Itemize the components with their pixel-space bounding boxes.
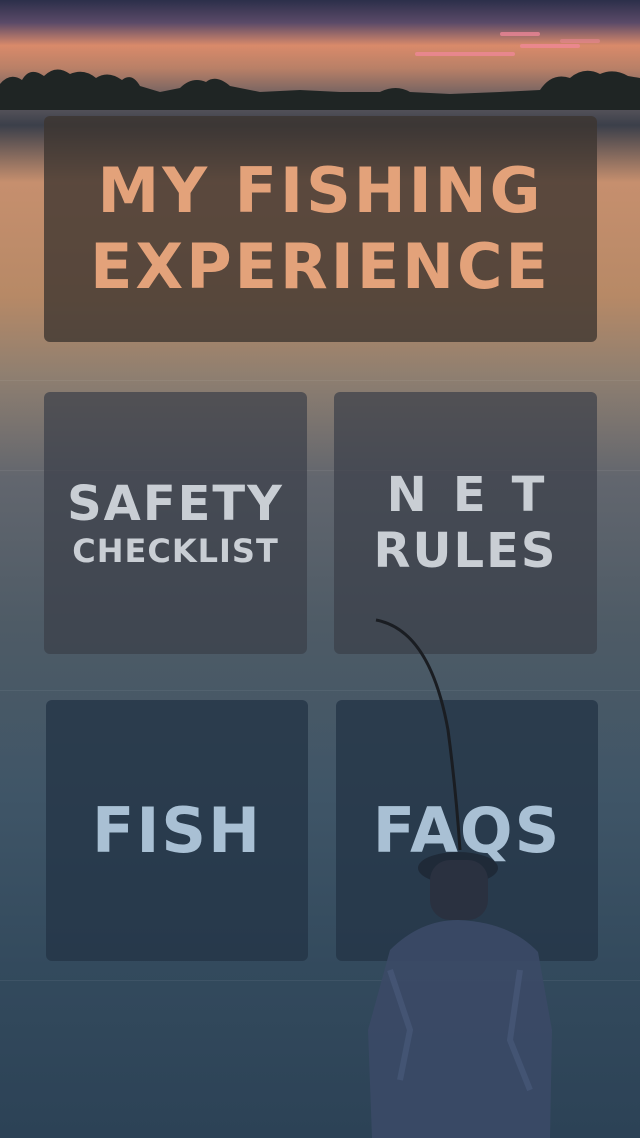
fish-label: FISH — [92, 793, 262, 867]
angler-silhouette — [368, 618, 552, 1138]
treeline-silhouette — [0, 69, 640, 110]
safety-label-line1: SAFETY — [67, 476, 284, 532]
sky-cloud — [520, 44, 580, 48]
fish-button[interactable]: FISH — [46, 700, 308, 961]
net-label-line1: NET — [386, 467, 571, 523]
water-ripple — [0, 380, 640, 381]
app-title-line2: EXPERIENCE — [90, 230, 551, 303]
safety-checklist-button[interactable]: SAFETY CHECKLIST — [44, 392, 307, 654]
safety-label-line2: CHECKLIST — [72, 532, 279, 570]
sky-cloud — [500, 32, 540, 36]
sky-cloud — [415, 52, 515, 56]
sky-cloud — [560, 39, 600, 43]
home-screen: MY FISHING EXPERIENCE SAFETY CHECKLIST N… — [0, 0, 640, 1138]
app-title-line1: MY FISHING — [97, 154, 544, 227]
app-title-panel: MY FISHING EXPERIENCE — [44, 116, 597, 342]
net-label-line2: RULES — [373, 523, 558, 579]
